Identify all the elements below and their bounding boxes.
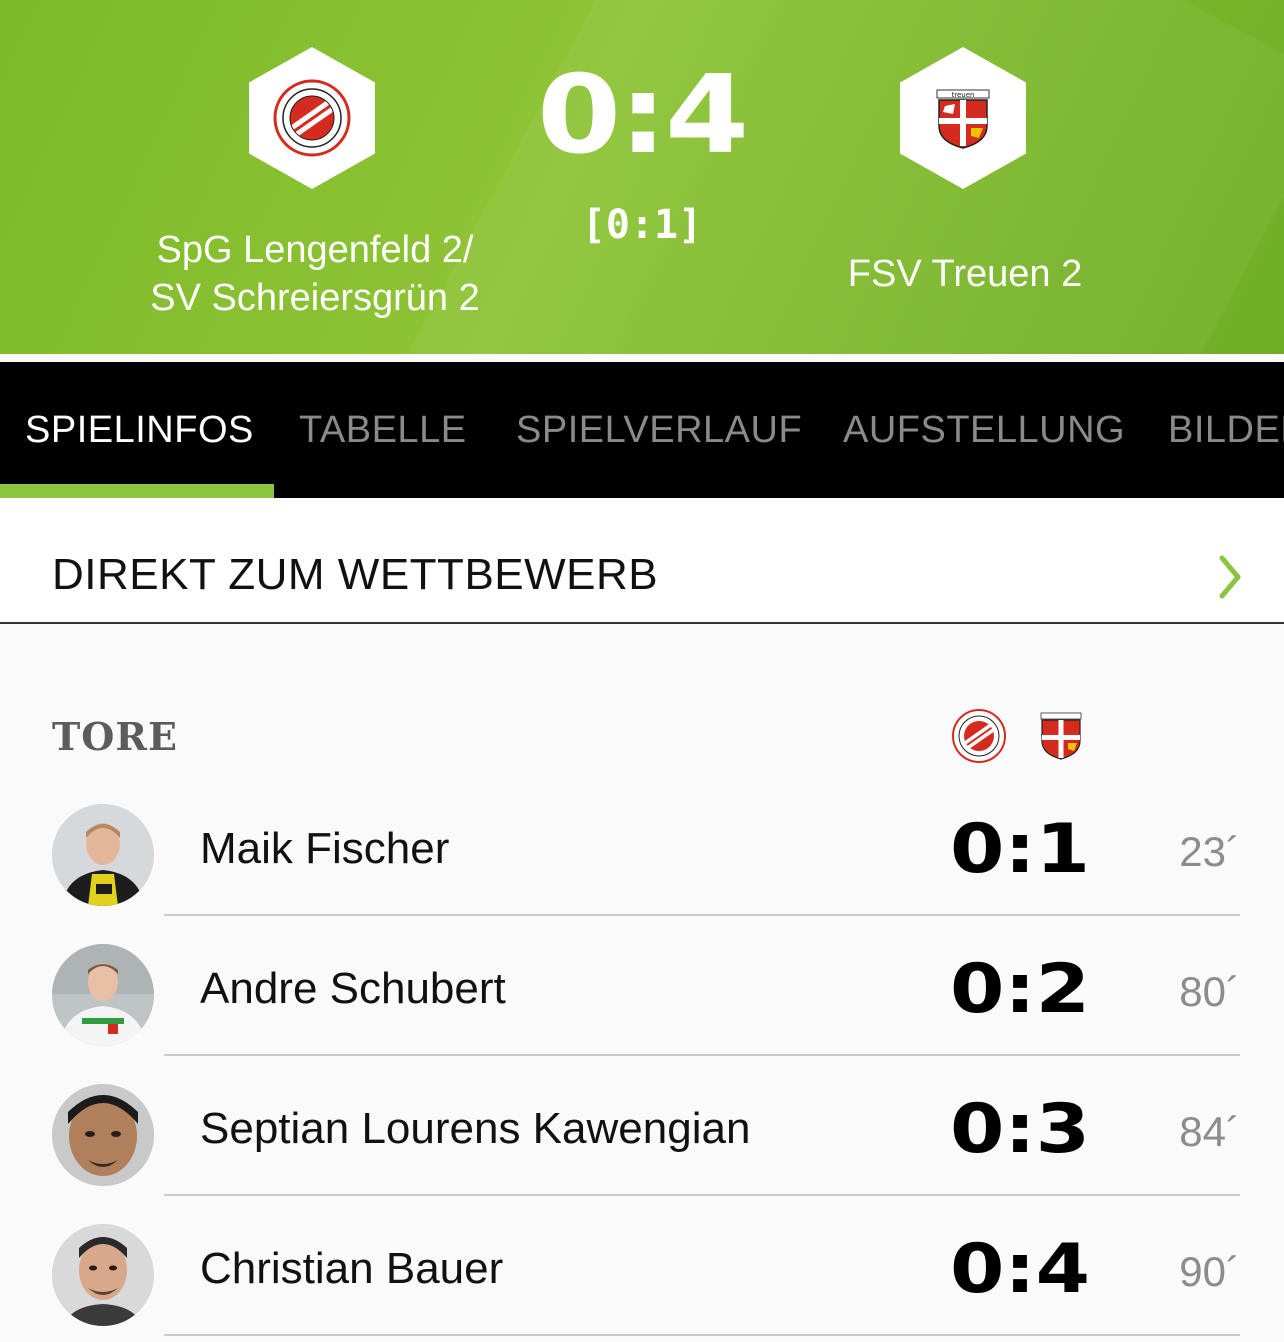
- competition-link[interactable]: DIREKT ZUM WETTBEWERB: [0, 498, 1284, 624]
- player-name: Christian Bauer: [200, 1244, 504, 1293]
- goal-minute: 90´: [1179, 1248, 1240, 1295]
- player-avatar: [52, 1224, 154, 1326]
- match-tabs: SPIELINFOS TABELLE SPIELVERLAUF AUFSTELL…: [0, 362, 1284, 498]
- away-team-mini-logo-icon: [1040, 712, 1082, 760]
- goal-row[interactable]: Septian Lourens Kawengian 0:3 84´: [0, 1056, 1284, 1196]
- chevron-right-icon: [1219, 555, 1241, 599]
- player-avatar: [52, 944, 154, 1046]
- match-header: 0:4 [0:1] treuen SpG Lengenfeld 2/ SV Sc…: [0, 0, 1284, 354]
- tab-aufstellung[interactable]: AUFSTELLUNG: [843, 362, 1125, 498]
- tab-spielinfos[interactable]: SPIELINFOS: [25, 362, 254, 498]
- goals-section-title: TORE: [52, 714, 178, 759]
- active-tab-indicator: [0, 484, 274, 498]
- competition-link-label: DIREKT ZUM WETTBEWERB: [52, 550, 659, 599]
- player-avatar: [52, 1084, 154, 1186]
- vfb-lengenfeld-crest-icon: [273, 79, 351, 157]
- away-team-logo[interactable]: treuen: [900, 47, 1026, 189]
- goal-score: 0:2: [949, 950, 1091, 1029]
- home-team-name-line2: SV Schreiersgrün 2: [150, 277, 480, 319]
- goal-minute: 84´: [1179, 1108, 1240, 1155]
- player-avatar: [52, 804, 154, 906]
- home-team-name[interactable]: SpG Lengenfeld 2/ SV Schreiersgrün 2: [110, 226, 520, 322]
- goal-row[interactable]: Christian Bauer 0:4 90´: [0, 1196, 1284, 1336]
- goal-score: 0:3: [949, 1090, 1091, 1169]
- goal-row[interactable]: Andre Schubert 0:2 80´: [0, 916, 1284, 1056]
- goal-score: 0:4: [949, 1230, 1091, 1309]
- goal-minute: 23´: [1179, 828, 1240, 875]
- away-team-name[interactable]: FSV Treuen 2: [780, 250, 1150, 298]
- final-score: 0:4: [537, 53, 749, 178]
- home-team-name-line1: SpG Lengenfeld 2/: [156, 229, 474, 271]
- home-team-logo[interactable]: [249, 47, 375, 189]
- halftime-score: [0:1]: [581, 202, 703, 248]
- player-name: Maik Fischer: [200, 824, 450, 873]
- tab-spielverlauf[interactable]: SPIELVERLAUF: [516, 362, 802, 498]
- tab-bilder[interactable]: BILDER: [1168, 362, 1284, 498]
- tab-tabelle[interactable]: TABELLE: [299, 362, 467, 498]
- goal-minute: 80´: [1179, 968, 1240, 1015]
- row-divider: [164, 1334, 1240, 1336]
- goal-row[interactable]: Maik Fischer 0:1 23´: [0, 776, 1284, 916]
- goal-score: 0:1: [949, 810, 1091, 889]
- player-name: Septian Lourens Kawengian: [200, 1104, 751, 1153]
- svg-text:treuen: treuen: [952, 91, 975, 99]
- fsv-treuen-crest-icon: treuen: [936, 89, 990, 149]
- player-name: Andre Schubert: [200, 964, 506, 1013]
- home-team-mini-logo-icon: [952, 709, 1006, 763]
